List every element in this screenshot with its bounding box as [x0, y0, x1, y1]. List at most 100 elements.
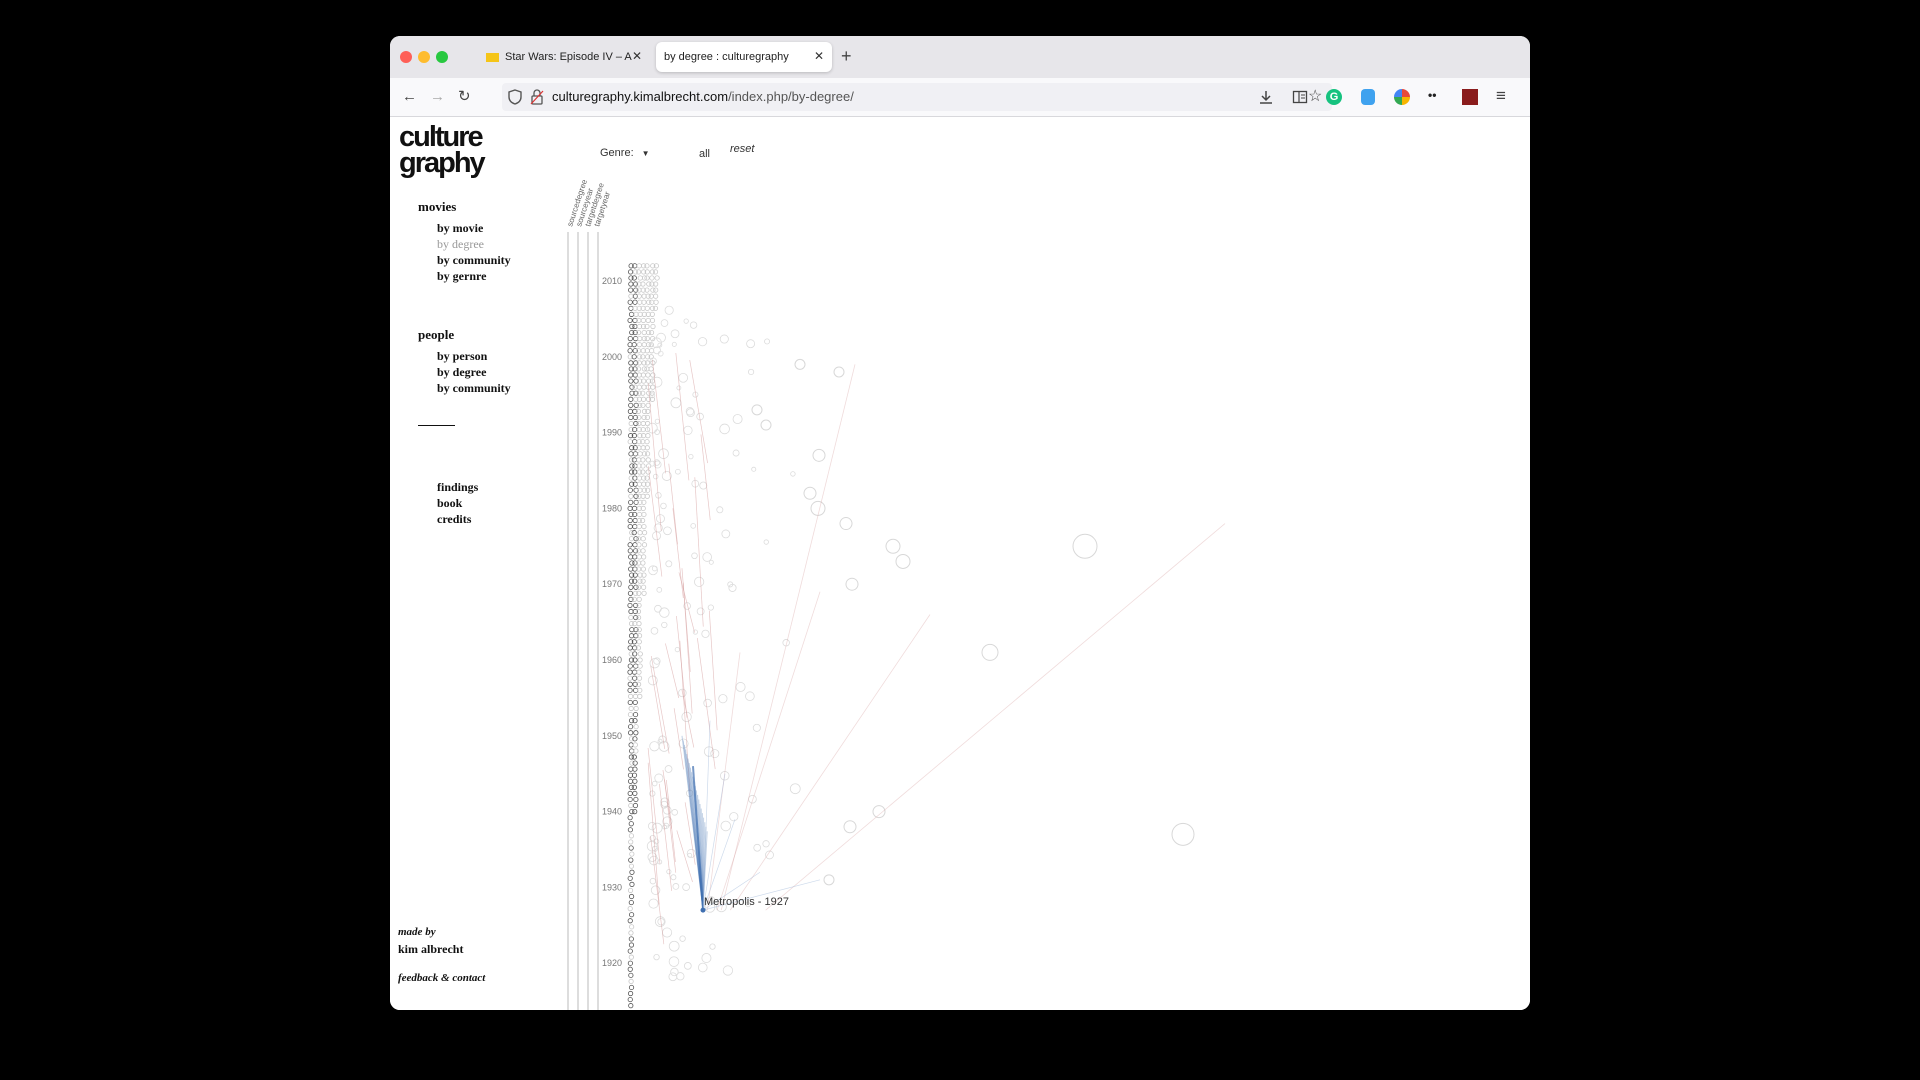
movie-node — [672, 883, 680, 890]
bookmark-star-icon[interactable]: ☆ — [1308, 88, 1322, 106]
movie-node — [644, 305, 650, 311]
movie-node — [649, 299, 655, 305]
movie-node — [732, 414, 743, 425]
movie-node — [640, 469, 646, 475]
movie-node — [644, 475, 650, 481]
movie-node — [641, 554, 647, 560]
back-arrow-icon[interactable]: ← — [402, 88, 417, 106]
movie-node — [648, 898, 659, 909]
influence-line — [650, 665, 666, 749]
movie-node — [703, 698, 712, 708]
close-tab-icon[interactable]: ✕ — [814, 49, 824, 63]
movie-node — [637, 693, 643, 699]
movie-node — [708, 559, 714, 565]
movie-node — [635, 548, 642, 554]
movie-node — [689, 321, 698, 329]
movie-node — [812, 448, 826, 462]
influence-line — [647, 762, 660, 905]
grammarly-extension-icon[interactable]: G — [1326, 89, 1342, 105]
movie-node — [641, 542, 648, 548]
extension-icon[interactable]: •• — [1428, 88, 1436, 102]
movie-node — [652, 269, 659, 275]
movie-node — [627, 269, 634, 275]
close-window-button[interactable] — [400, 51, 412, 63]
tab-by-degree[interactable]: by degree : culturegraphy ✕ — [656, 42, 832, 72]
movie-node — [636, 475, 643, 481]
movie-node — [654, 773, 664, 783]
movie-node — [635, 608, 642, 615]
close-tab-icon[interactable]: ✕ — [632, 49, 642, 63]
movie-node — [644, 439, 650, 445]
movie-node — [657, 738, 663, 744]
movie-node — [636, 621, 642, 627]
movie-node — [641, 590, 647, 596]
address-bar[interactable]: culturegraphy.kimalbrecht.com/index.php/… — [502, 83, 1332, 111]
movie-node — [648, 329, 655, 336]
influence-line — [647, 466, 663, 577]
movie-node — [645, 433, 651, 439]
movie-node — [648, 366, 654, 372]
tab-star-wars[interactable]: Star Wars: Episode IV – A New H ✕ — [478, 42, 650, 72]
password-manager-extension-icon[interactable] — [1361, 89, 1375, 105]
influence-line — [729, 614, 931, 911]
movie-node — [810, 500, 826, 516]
movie-node — [636, 627, 642, 633]
menu-hamburger-icon[interactable]: ≡ — [1496, 87, 1506, 105]
movie-node — [628, 978, 634, 984]
influence-line — [765, 523, 1226, 911]
color-extension-icon[interactable] — [1394, 89, 1410, 105]
movie-node — [628, 633, 635, 639]
movie-node — [722, 965, 734, 976]
movie-node — [649, 275, 655, 281]
forward-arrow-icon[interactable]: → — [430, 88, 445, 106]
movie-node — [663, 526, 672, 536]
movie-node — [631, 275, 637, 281]
movie-node — [628, 863, 635, 869]
influence-line — [676, 830, 693, 883]
influence-line — [700, 434, 711, 521]
movie-node — [668, 956, 680, 967]
year-tick-label: 1970 — [602, 579, 622, 589]
imdb-icon — [486, 52, 499, 62]
movie-node — [697, 962, 708, 973]
reader-view-icon[interactable] — [1292, 89, 1308, 105]
movie-node — [687, 852, 693, 858]
movie-node — [670, 329, 680, 339]
movie-node — [628, 536, 635, 542]
movie-node — [631, 669, 638, 675]
download-icon[interactable] — [1258, 89, 1274, 105]
movie-node — [628, 705, 634, 712]
movie-node — [653, 293, 659, 299]
movie-node — [644, 366, 650, 372]
movie-node — [632, 523, 638, 530]
movie-node — [631, 784, 637, 790]
movie-node — [628, 839, 634, 845]
movie-node — [627, 790, 633, 797]
movie-node — [628, 954, 634, 960]
degree-visualization[interactable]: sourcedegreesourceyeartargetdegreetarget… — [390, 117, 1530, 1010]
movie-node — [640, 584, 647, 590]
movie-node — [745, 691, 755, 702]
movie-node — [632, 299, 638, 305]
movie-node — [664, 765, 673, 773]
highlight-label: Metropolis - 1927 — [704, 896, 789, 908]
movie-node — [637, 657, 643, 663]
movie-node — [688, 453, 694, 460]
movie-node — [632, 699, 638, 706]
movie-node — [627, 517, 633, 524]
movie-node — [644, 336, 650, 342]
movie-node — [668, 972, 678, 982]
movie-node — [694, 576, 705, 587]
movie-node — [644, 451, 651, 457]
profile-extension-icon[interactable] — [1462, 89, 1478, 105]
movie-node — [751, 404, 763, 416]
movie-node — [718, 694, 728, 704]
movie-node — [683, 425, 693, 436]
movie-node — [675, 468, 681, 475]
reload-icon[interactable]: ↻ — [458, 88, 471, 106]
influence-line — [694, 477, 704, 627]
new-tab-button[interactable]: + — [841, 47, 852, 65]
minimize-window-button[interactable] — [418, 51, 430, 63]
url-domain: culturegraphy.kimalbrecht.com — [552, 89, 729, 104]
zoom-window-button[interactable] — [436, 51, 448, 63]
